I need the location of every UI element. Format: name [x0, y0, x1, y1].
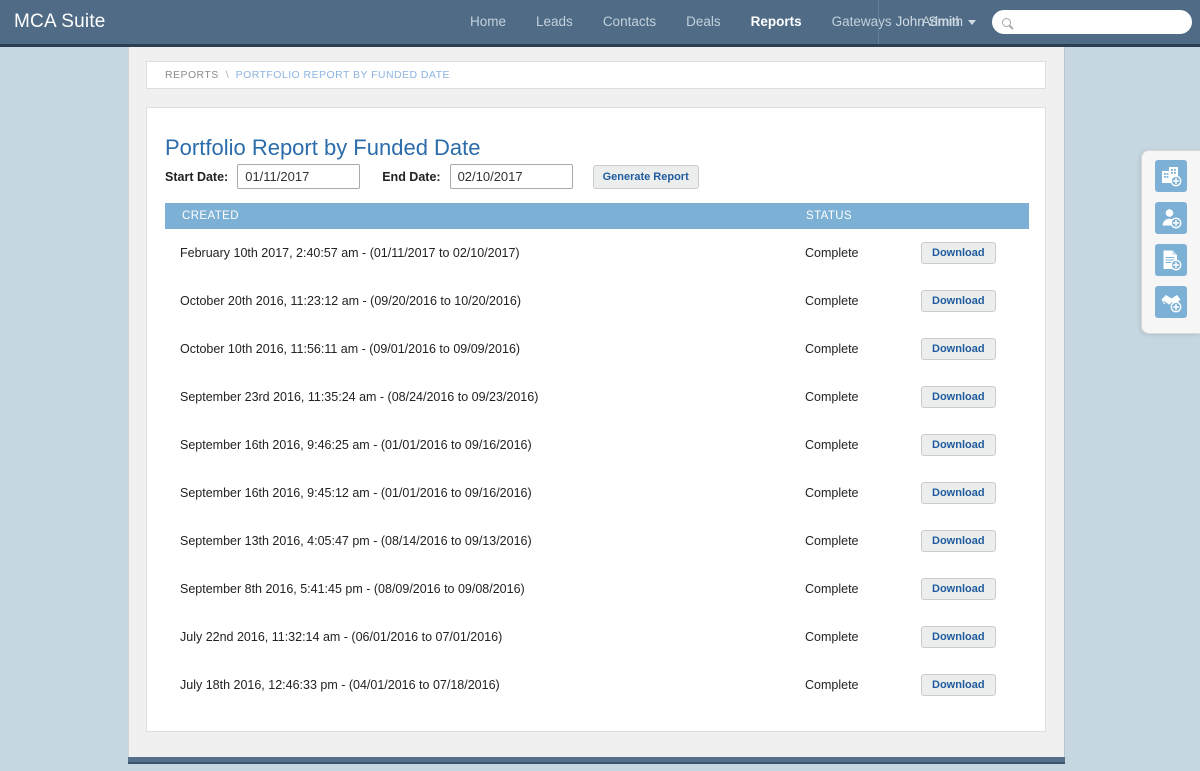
download-button[interactable]: Download — [921, 578, 996, 600]
nav-link-contacts[interactable]: Contacts — [588, 0, 671, 44]
report-card: Portfolio Report by Funded Date Start Da… — [146, 107, 1046, 732]
breadcrumb-separator: \ — [225, 69, 229, 81]
column-header-status: STATUS — [806, 210, 853, 222]
download-button[interactable]: Download — [921, 530, 996, 552]
top-navbar: MCA Suite Home Leads Contacts Deals Repo… — [0, 0, 1200, 47]
download-button[interactable]: Download — [921, 626, 996, 648]
start-date-input[interactable] — [237, 164, 361, 189]
table-row: September 16th 2016, 9:45:12 am - (01/01… — [165, 469, 1029, 517]
table-row: July 18th 2016, 12:46:33 pm - (04/01/201… — [165, 661, 1029, 709]
chevron-down-icon — [968, 19, 976, 25]
table-row: February 10th 2017, 2:40:57 am - (01/11/… — [165, 229, 1029, 277]
cell-status: Complete — [805, 342, 859, 356]
column-header-created: CREATED — [182, 210, 239, 222]
page-container: REPORTS \ PORTFOLIO REPORT BY FUNDED DAT… — [128, 47, 1065, 757]
download-button[interactable]: Download — [921, 482, 996, 504]
footer-bar — [128, 757, 1065, 764]
nav-link-leads[interactable]: Leads — [521, 0, 588, 44]
cell-created: July 22nd 2016, 11:32:14 am - (06/01/201… — [180, 630, 503, 644]
cell-status: Complete — [805, 486, 859, 500]
table-row: September 16th 2016, 9:46:25 am - (01/01… — [165, 421, 1029, 469]
add-contact-icon[interactable] — [1155, 202, 1187, 234]
page-title: Portfolio Report by Funded Date — [165, 134, 481, 160]
table-body: February 10th 2017, 2:40:57 am - (01/11/… — [165, 229, 1029, 709]
add-company-icon[interactable] — [1155, 160, 1187, 192]
global-search[interactable] — [992, 10, 1192, 34]
generate-report-button[interactable]: Generate Report — [592, 164, 699, 189]
cell-created: September 16th 2016, 9:45:12 am - (01/01… — [180, 486, 532, 500]
download-button[interactable]: Download — [921, 434, 996, 456]
navbar-divider — [878, 0, 880, 44]
nav-link-home[interactable]: Home — [455, 0, 521, 44]
cell-created: February 10th 2017, 2:40:57 am - (01/11/… — [180, 246, 520, 260]
search-icon — [1002, 17, 1011, 27]
table-header-row: CREATED STATUS — [165, 203, 1029, 229]
breadcrumb-current[interactable]: PORTFOLIO REPORT BY FUNDED DATE — [236, 69, 450, 81]
nav-link-reports[interactable]: Reports — [736, 0, 817, 44]
cell-status: Complete — [805, 582, 859, 596]
user-menu[interactable]: John Smith — [885, 0, 986, 44]
download-button[interactable]: Download — [921, 338, 996, 360]
cell-created: September 8th 2016, 5:41:45 pm - (08/09/… — [180, 582, 525, 596]
user-menu-label: John Smith — [895, 14, 963, 29]
start-date-label: Start Date: — [165, 169, 229, 184]
cell-status: Complete — [805, 246, 859, 260]
nav-link-deals[interactable]: Deals — [671, 0, 736, 44]
navbar-right-group: John Smith — [876, 0, 1192, 44]
cell-created: July 18th 2016, 12:46:33 pm - (04/01/201… — [180, 678, 500, 692]
table-row: July 22nd 2016, 11:32:14 am - (06/01/201… — [165, 613, 1029, 661]
download-button[interactable]: Download — [921, 674, 996, 696]
table-row: October 20th 2016, 11:23:12 am - (09/20/… — [165, 277, 1029, 325]
table-row: September 8th 2016, 5:41:45 pm - (08/09/… — [165, 565, 1029, 613]
app-brand[interactable]: MCA Suite — [14, 11, 106, 33]
end-date-label: End Date: — [382, 169, 441, 184]
download-button[interactable]: Download — [921, 242, 996, 264]
download-button[interactable]: Download — [921, 386, 996, 408]
reports-table: CREATED STATUS February 10th 2017, 2:40:… — [165, 203, 1029, 709]
cell-created: September 23rd 2016, 11:35:24 am - (08/2… — [180, 390, 539, 404]
report-filter-form: Start Date: End Date: Generate Report — [165, 164, 699, 189]
breadcrumb: REPORTS \ PORTFOLIO REPORT BY FUNDED DAT… — [146, 61, 1046, 89]
cell-status: Complete — [805, 678, 859, 692]
add-deal-icon[interactable] — [1155, 286, 1187, 318]
cell-created: September 13th 2016, 4:05:47 pm - (08/14… — [180, 534, 532, 548]
cell-status: Complete — [805, 438, 859, 452]
cell-status: Complete — [805, 390, 859, 404]
table-row: September 23rd 2016, 11:35:24 am - (08/2… — [165, 373, 1029, 421]
table-row: September 13th 2016, 4:05:47 pm - (08/14… — [165, 517, 1029, 565]
download-button[interactable]: Download — [921, 290, 996, 312]
table-row: October 10th 2016, 11:56:11 am - (09/01/… — [165, 325, 1029, 373]
end-date-input[interactable] — [449, 164, 573, 189]
quick-add-toolbar — [1141, 150, 1200, 334]
add-document-icon[interactable] — [1155, 244, 1187, 276]
search-input[interactable] — [1017, 14, 1177, 30]
cell-status: Complete — [805, 294, 859, 308]
cell-created: October 10th 2016, 11:56:11 am - (09/01/… — [180, 342, 521, 356]
cell-created: September 16th 2016, 9:46:25 am - (01/01… — [180, 438, 532, 452]
cell-created: October 20th 2016, 11:23:12 am - (09/20/… — [180, 294, 521, 308]
breadcrumb-root[interactable]: REPORTS — [165, 69, 219, 81]
cell-status: Complete — [805, 630, 859, 644]
cell-status: Complete — [805, 534, 859, 548]
